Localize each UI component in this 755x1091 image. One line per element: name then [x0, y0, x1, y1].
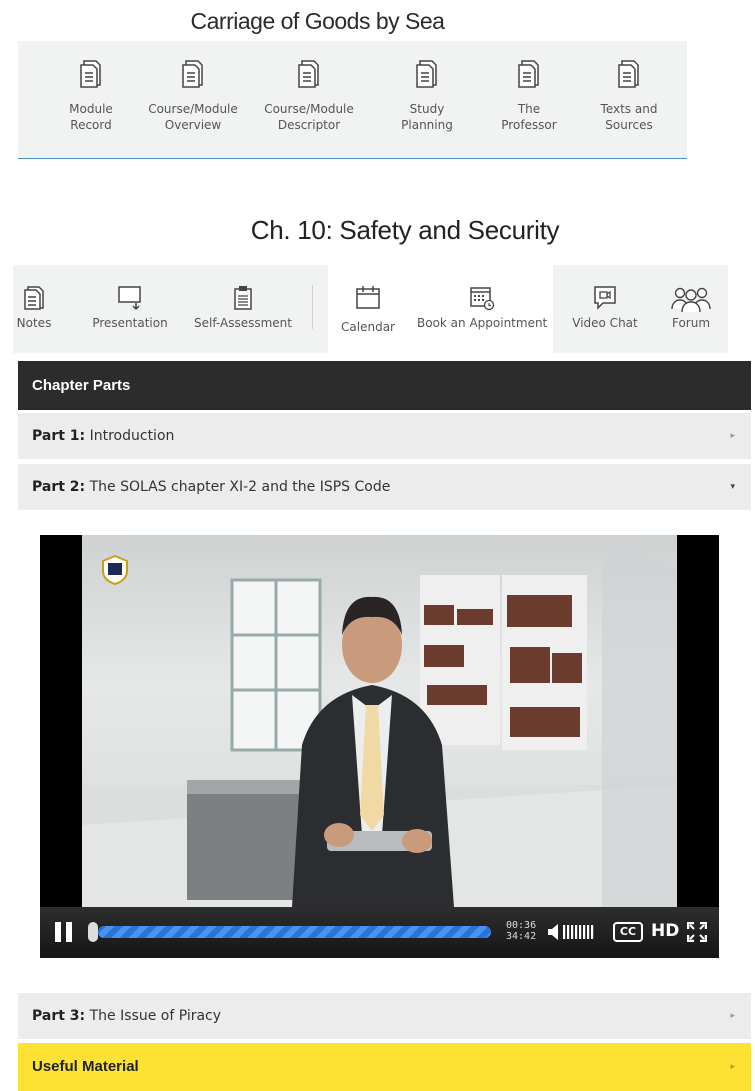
module-nav: Module Record Course/Module Overview Cours… — [18, 41, 687, 159]
notes-icon — [14, 285, 54, 311]
video-frame — [82, 535, 677, 907]
video-chat-icon — [571, 285, 639, 311]
nav-label-line2: Descriptor — [277, 118, 341, 132]
part-prefix: Part 2: — [32, 479, 86, 495]
nav-item-study-planning[interactable]: Study Planning — [372, 41, 482, 133]
tool-calendar[interactable]: Calendar — [338, 285, 398, 334]
part-row-3[interactable]: Part 3: The Issue of Piracy ▸ — [18, 993, 751, 1039]
chevron-down-icon: ▾ — [730, 482, 735, 492]
elapsed-time: 00:36 — [506, 920, 537, 931]
nav-item-module-record[interactable]: Module Record — [36, 41, 146, 133]
document-icon — [574, 59, 684, 89]
total-time: 34:42 — [506, 931, 537, 942]
tool-label: Self-Assessment — [194, 316, 292, 330]
progress-handle[interactable] — [88, 922, 98, 942]
time-display: 00:36 34:42 — [506, 920, 536, 942]
chapter-parts-header: Chapter Parts — [18, 361, 751, 410]
nav-label-line2: Professor — [501, 118, 557, 132]
document-icon — [474, 59, 584, 89]
nav-label-line1: Study — [409, 102, 445, 116]
module-title: Carriage of Goods by Sea — [190, 8, 445, 34]
part-row-1[interactable]: Part 1: Introduction ▸ — [18, 413, 751, 459]
tool-book-appointment[interactable]: Book an Appointment — [417, 285, 547, 330]
presentation-icon — [91, 285, 169, 311]
progress-track[interactable] — [98, 926, 491, 938]
pause-button[interactable] — [54, 921, 74, 943]
nav-label-line1: The — [517, 102, 541, 116]
chevron-right-icon: ▸ — [730, 1062, 735, 1072]
video-player[interactable]: 00:36 34:42 CC HD — [40, 535, 719, 958]
document-icon — [254, 59, 364, 89]
users-group-icon — [663, 285, 719, 313]
tool-notes[interactable]: Notes — [14, 285, 54, 330]
clipboard-icon — [194, 285, 292, 311]
calendar-icon — [338, 285, 398, 311]
fullscreen-icon — [686, 921, 708, 943]
chapter-title: Ch. 10: Safety and Security — [250, 215, 560, 245]
chevron-right-icon: ▸ — [730, 431, 735, 441]
useful-material-row[interactable]: Useful Material ▸ — [18, 1043, 751, 1091]
nav-item-the-professor[interactable]: The Professor — [474, 41, 584, 133]
toolbar-divider — [312, 285, 313, 329]
pause-icon — [55, 922, 72, 942]
captions-button[interactable]: CC — [613, 922, 643, 942]
part-prefix: Part 1: — [32, 428, 86, 444]
nav-label-line2: Overview — [164, 118, 222, 132]
calendar-clock-icon — [417, 285, 547, 311]
tool-label: Notes — [16, 316, 52, 330]
part-title: The SOLAS chapter XI-2 and the ISPS Code — [89, 479, 391, 495]
tool-label: Video Chat — [572, 316, 638, 330]
tool-presentation[interactable]: Presentation — [91, 285, 169, 330]
tool-label: Forum — [671, 316, 711, 330]
nav-label-line1: Module — [69, 102, 113, 116]
nav-label-line1: Course/Module — [148, 102, 238, 116]
tool-label: Presentation — [92, 316, 168, 330]
tool-label: Calendar — [341, 320, 395, 334]
document-icon — [138, 59, 248, 89]
tool-self-assessment[interactable]: Self-Assessment — [194, 285, 292, 330]
tool-label: Book an Appointment — [417, 316, 548, 330]
tool-forum[interactable]: Forum — [663, 285, 719, 330]
chevron-right-icon: ▸ — [730, 1011, 735, 1021]
useful-material-label: Useful Material — [32, 1058, 139, 1075]
part-title: The Issue of Piracy — [89, 1008, 222, 1024]
fullscreen-button[interactable] — [686, 921, 708, 946]
document-icon — [372, 59, 482, 89]
part-row-2[interactable]: Part 2: The SOLAS chapter XI-2 and the I… — [18, 464, 751, 510]
nav-label-line1: Course/Module — [264, 102, 354, 116]
part-title: Introduction — [89, 428, 175, 444]
nav-label-line1: Texts and — [600, 102, 658, 116]
nav-label-line2: Sources — [605, 118, 653, 132]
nav-item-course-descriptor[interactable]: Course/Module Descriptor — [254, 41, 364, 133]
document-icon — [36, 59, 146, 89]
part-prefix: Part 3: — [32, 1008, 86, 1024]
nav-label-line2: Planning — [401, 118, 453, 132]
nav-label-line2: Record — [70, 118, 112, 132]
video-controls: 00:36 34:42 CC HD — [40, 907, 719, 958]
hd-button[interactable]: HD — [651, 921, 679, 941]
nav-item-texts-and-sources[interactable]: Texts and Sources — [574, 41, 684, 133]
nav-item-course-overview[interactable]: Course/Module Overview — [138, 41, 248, 133]
tool-video-chat[interactable]: Video Chat — [571, 285, 639, 330]
lecturer-video-still — [82, 535, 677, 907]
course-logo — [102, 554, 128, 586]
chapter-toolbar: Notes Presentation Self-Assessment Calen… — [13, 265, 728, 353]
speaker-icon — [548, 924, 558, 940]
volume-control[interactable] — [547, 922, 605, 946]
